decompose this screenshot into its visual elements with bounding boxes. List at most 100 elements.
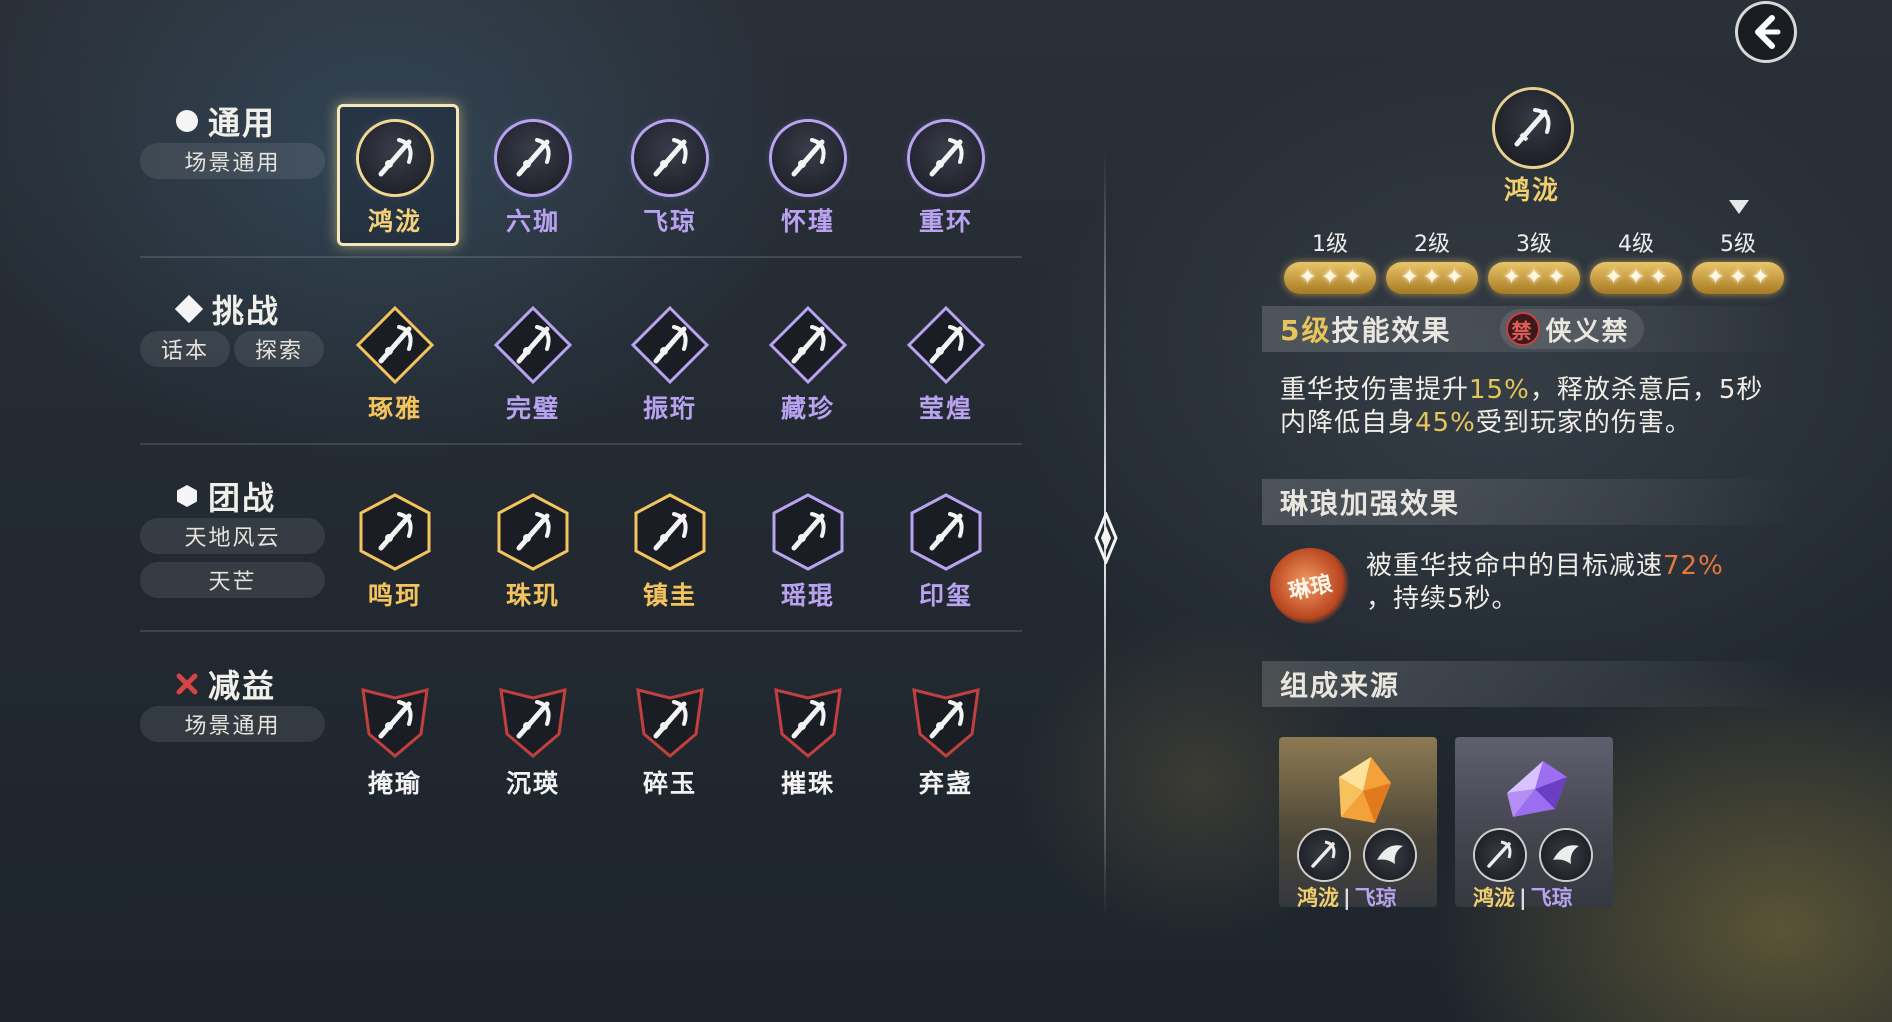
skill-label: 珠玑 bbox=[505, 581, 560, 610]
desc-value: 72% bbox=[1663, 551, 1724, 581]
skill-slot[interactable]: 藏珍 bbox=[748, 305, 868, 435]
effect-section-header: 5级 技能效果 禁 侠义禁 bbox=[1262, 306, 1802, 352]
skill-label: 镇圭 bbox=[642, 581, 697, 610]
skill-slot[interactable]: 莹煌 bbox=[886, 305, 1006, 435]
vortex-icon bbox=[355, 680, 435, 760]
skill-slot[interactable]: 珠玑 bbox=[473, 492, 593, 622]
category-title: 减益 bbox=[176, 661, 276, 707]
feathers-icon bbox=[493, 492, 573, 572]
skill-slot[interactable]: 弃盏 bbox=[886, 680, 1006, 810]
star-icon: ✦ bbox=[1400, 265, 1419, 290]
star-icon: ✦ bbox=[1422, 265, 1442, 290]
level-stars[interactable]: ✦ ✦ ✦ bbox=[1590, 262, 1682, 294]
desc-text: ，持续5秒。 bbox=[1366, 584, 1519, 614]
badge-forbidden[interactable]: 禁 侠义禁 bbox=[1499, 309, 1644, 349]
level-stars[interactable]: ✦ ✦ ✦ bbox=[1692, 262, 1784, 294]
desc-text: 被重华技命中的目标减速 bbox=[1366, 551, 1664, 581]
skill-slot[interactable]: 印玺 bbox=[886, 492, 1006, 622]
star-icon: ✦ bbox=[1524, 265, 1544, 290]
level-stars[interactable]: ✦ ✦ ✦ bbox=[1488, 262, 1580, 294]
divider-ornament-icon bbox=[1094, 512, 1118, 564]
skill-slot[interactable]: 镇圭 bbox=[610, 492, 730, 622]
category-title-text: 减益 bbox=[208, 667, 277, 705]
tag-scene-general[interactable]: 场景通用 bbox=[140, 143, 325, 179]
level-stars[interactable]: ✦ ✦ ✦ bbox=[1386, 262, 1478, 294]
skill-slot[interactable]: 碎玉 bbox=[610, 680, 730, 810]
crossed-blades-icon bbox=[355, 305, 435, 385]
level-label: 5级 bbox=[1720, 232, 1756, 257]
tag-world-storm[interactable]: 天地风云 bbox=[140, 518, 325, 554]
level-stars[interactable]: ✦ ✦ ✦ bbox=[1284, 262, 1376, 294]
level-label: 1级 bbox=[1312, 232, 1348, 257]
effect-title: 技能效果 bbox=[1331, 314, 1452, 347]
sword-ring-icon bbox=[768, 492, 848, 572]
category-title-text: 通用 bbox=[208, 104, 277, 142]
card-label-left: 鸿泷 bbox=[1297, 886, 1339, 910]
card-label: 鸿泷 | 飞琼 bbox=[1297, 882, 1397, 912]
enhance-description: 被重华技命中的目标减速72% ，持续5秒。 bbox=[1366, 550, 1806, 616]
skill-slot[interactable]: 怀瑾 bbox=[748, 118, 868, 248]
wind-swirl-icon bbox=[355, 492, 435, 572]
tag-tianmang[interactable]: 天芒 bbox=[140, 562, 325, 598]
skill-slot[interactable]: 飞琼 bbox=[610, 118, 730, 248]
badge-text: 侠义禁 bbox=[1545, 316, 1630, 347]
detail-skill-name: 鸿泷 bbox=[1503, 176, 1560, 206]
skill-slot[interactable]: 鸣珂 bbox=[335, 492, 455, 622]
skill-label: 完璧 bbox=[505, 394, 560, 423]
level-pointer-icon bbox=[1729, 200, 1749, 214]
effect-description: 重华技伤害提升15%，释放杀意后，5秒 内降低自身45%受到玩家的伤害。 bbox=[1280, 374, 1800, 440]
skill-slot[interactable]: 沉瑛 bbox=[473, 680, 593, 810]
skill-slot[interactable]: 完璧 bbox=[473, 305, 593, 435]
star-icon: ✦ bbox=[1728, 265, 1748, 290]
desc-text: 重华技伤害提升 bbox=[1280, 375, 1470, 405]
tag-story[interactable]: 话本 bbox=[140, 331, 230, 367]
card-label-sep: | bbox=[1519, 886, 1527, 910]
skill-label: 掩瑜 bbox=[367, 769, 422, 798]
sword-slash-icon bbox=[1487, 840, 1512, 868]
card-label-left: 鸿泷 bbox=[1473, 886, 1515, 910]
row-divider bbox=[140, 443, 1022, 445]
level-label: 4级 bbox=[1618, 232, 1654, 257]
circle-mark-icon bbox=[176, 110, 198, 132]
tag-label: 天地风云 bbox=[184, 526, 281, 551]
card-skill-icon bbox=[1299, 830, 1349, 880]
helmet-icon bbox=[768, 680, 848, 760]
flame-orb-icon bbox=[906, 305, 986, 385]
tag-scene-general[interactable]: 场景通用 bbox=[140, 706, 325, 742]
skill-slot[interactable]: 重环 bbox=[886, 118, 1006, 248]
back-button[interactable] bbox=[1738, 4, 1794, 60]
skill-slot[interactable]: 鸿泷 bbox=[335, 118, 455, 248]
desc-text: 内降低自身 bbox=[1280, 408, 1416, 438]
level-label: 2级 bbox=[1414, 232, 1450, 257]
phoenix-icon bbox=[1377, 845, 1403, 864]
linlang-emblem-icon: 琳琅 bbox=[1270, 548, 1350, 624]
star-icon: ✦ bbox=[1626, 265, 1646, 290]
desc-text: 受到玩家的伤害。 bbox=[1475, 408, 1692, 438]
tag-explore[interactable]: 探索 bbox=[234, 331, 324, 367]
cross-mark-icon bbox=[176, 673, 198, 695]
star-icon: ✦ bbox=[1502, 265, 1521, 290]
card-skill-icon bbox=[1541, 830, 1591, 880]
skill-slot[interactable]: 掩瑜 bbox=[335, 680, 455, 810]
ward-icon bbox=[630, 492, 710, 572]
skill-label: 六珈 bbox=[505, 207, 560, 236]
star-icon: ✦ bbox=[1751, 265, 1770, 290]
skill-label: 沉瑛 bbox=[505, 769, 560, 798]
dagger-strike-icon bbox=[906, 492, 986, 572]
star-icon: ✦ bbox=[1604, 265, 1623, 290]
skill-slot[interactable]: 振珩 bbox=[610, 305, 730, 435]
skill-slot[interactable]: 琢雅 bbox=[335, 305, 455, 435]
skill-label: 莹煌 bbox=[918, 394, 973, 423]
sword-slash-icon bbox=[1311, 840, 1336, 868]
skill-slot[interactable]: 摧珠 bbox=[748, 680, 868, 810]
star-icon: ✦ bbox=[1649, 265, 1668, 290]
tag-label: 天芒 bbox=[208, 570, 257, 595]
skill-label: 重环 bbox=[918, 207, 973, 236]
star-icon: ✦ bbox=[1445, 265, 1464, 290]
skill-label: 鸿泷 bbox=[367, 207, 422, 236]
category-title-text: 团战 bbox=[208, 479, 277, 517]
level-label: 3级 bbox=[1516, 232, 1552, 257]
skill-slot[interactable]: 六珈 bbox=[473, 118, 593, 248]
skill-slot[interactable]: 瑶琨 bbox=[748, 492, 868, 622]
sword-spikes-icon bbox=[906, 680, 986, 760]
